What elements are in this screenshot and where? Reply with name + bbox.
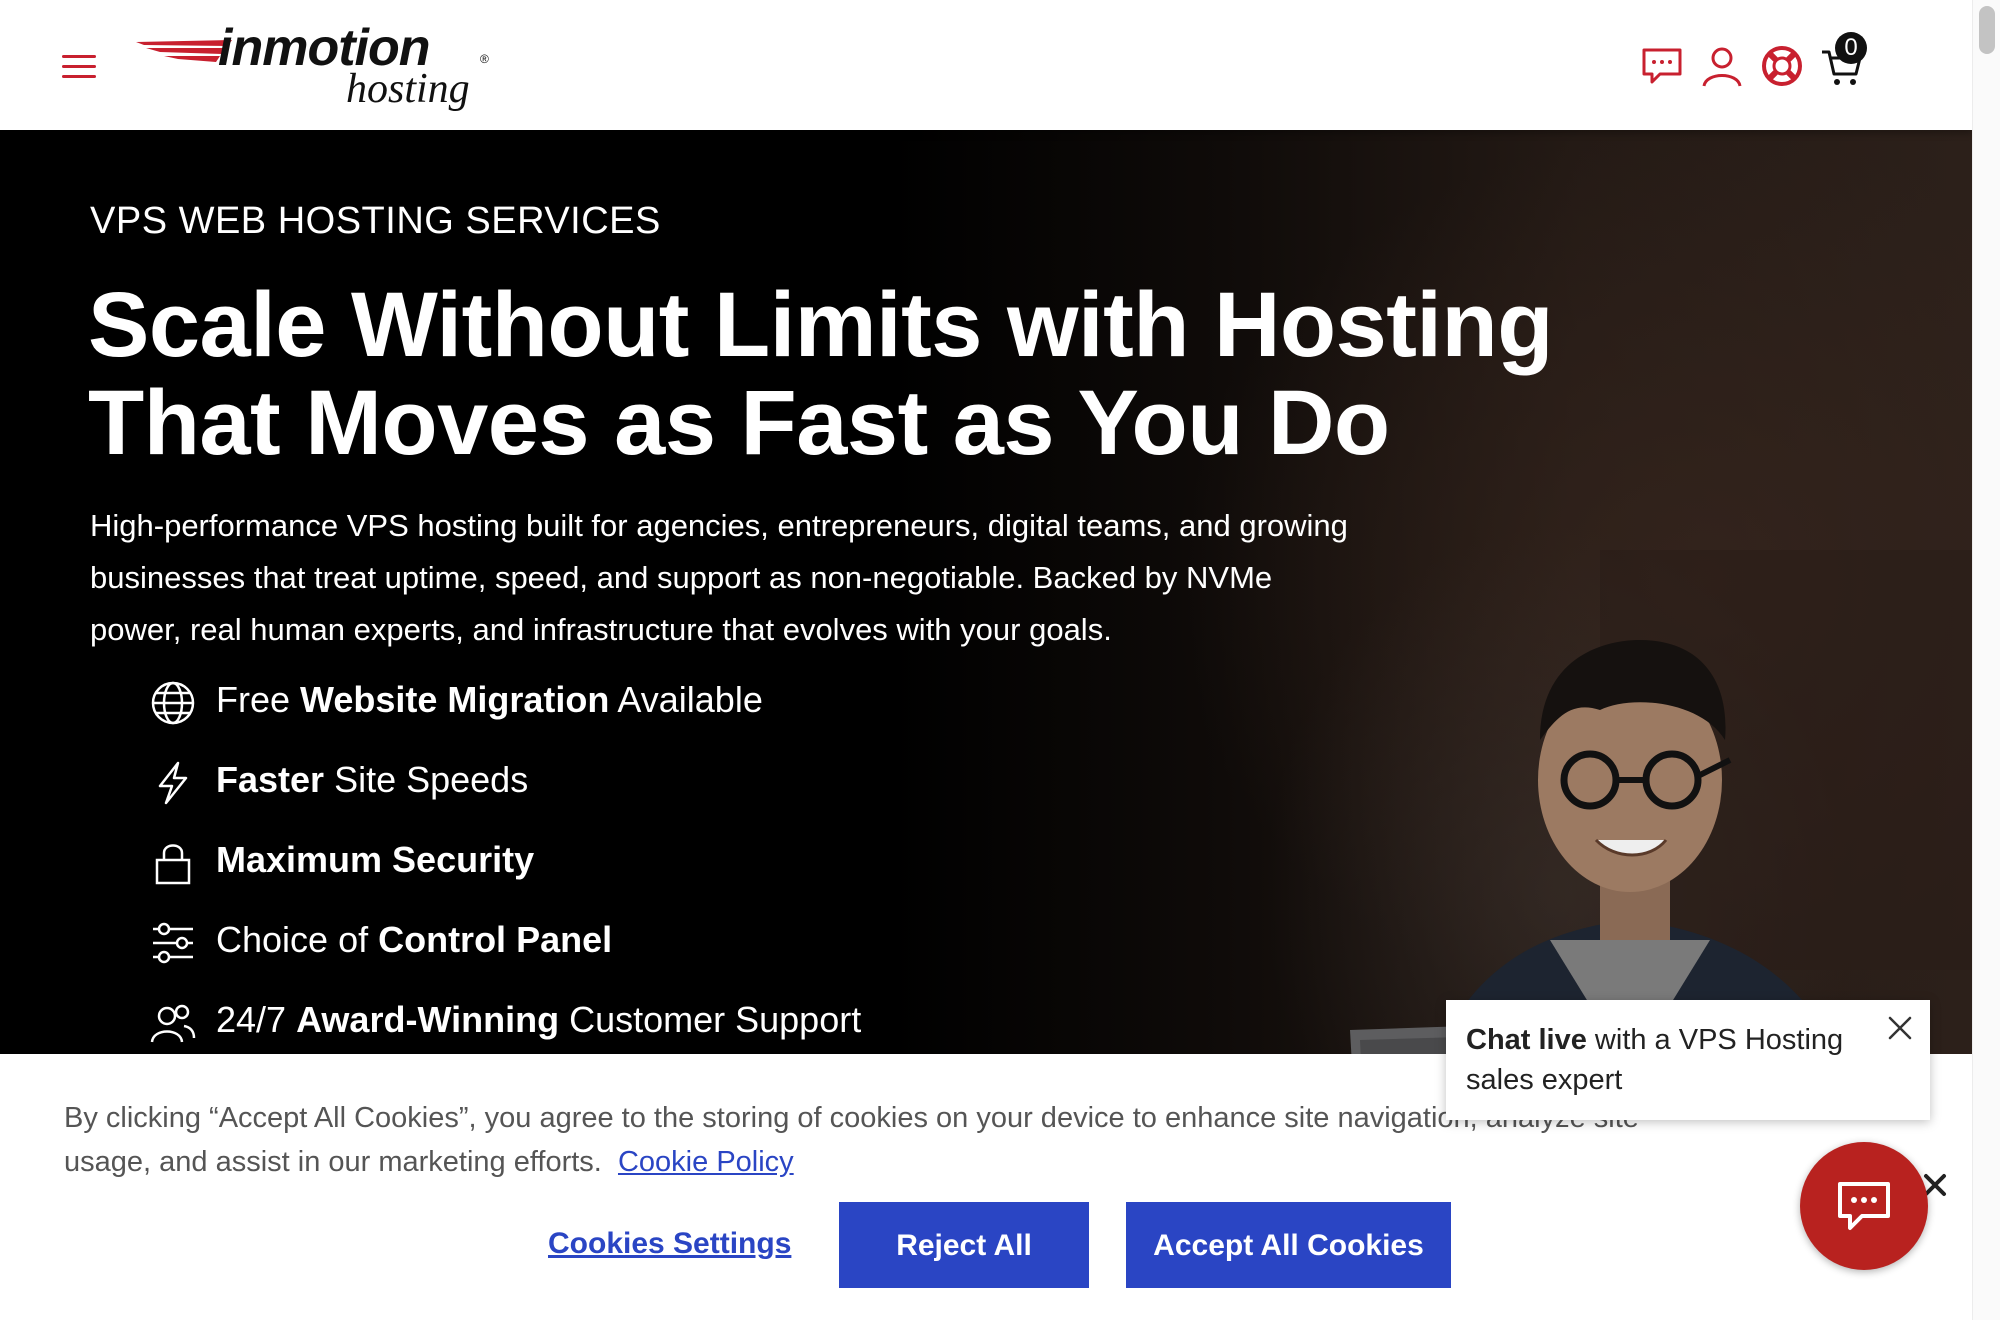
- logo-registered-mark: ®: [480, 52, 489, 66]
- feature-item: Choice of Control Panel: [150, 910, 1050, 970]
- people-icon: [150, 1004, 196, 1043]
- hero-description: High-performance VPS hosting built for a…: [90, 500, 1600, 656]
- chat-bubble-icon: [1838, 1182, 1890, 1230]
- hero-headline: Scale Without Limits with Hosting That M…: [88, 276, 1588, 472]
- feature-item: 24/7 Award-Winning Customer Support: [150, 990, 1050, 1050]
- feature-text: Choice of Control Panel: [216, 919, 613, 960]
- logo-sub-text: hosting: [346, 66, 470, 112]
- hero-description-line-1: High-performance VPS hosting built for a…: [90, 508, 1348, 543]
- feature-item: Free Website Migration Available: [150, 670, 1050, 730]
- lock-icon: [155, 844, 191, 885]
- hero-eyebrow: VPS WEB HOSTING SERVICES: [90, 200, 661, 242]
- chat-launcher-button[interactable]: [1800, 1142, 1928, 1270]
- feature-item: Maximum Security: [150, 830, 1050, 890]
- hamburger-icon[interactable]: [62, 55, 96, 79]
- chat-invite-text: Chat live with a VPS Hosting sales exper…: [1466, 1024, 1844, 1096]
- feature-text: Free Website Migration Available: [216, 679, 763, 720]
- cart-count-badge: 0: [1835, 32, 1867, 64]
- user-icon[interactable]: [1700, 44, 1744, 88]
- chat-invite-popup[interactable]: Chat live with a VPS Hosting sales exper…: [1446, 1000, 1930, 1120]
- feature-text: Faster Site Speeds: [216, 759, 529, 800]
- cookie-text-line-1: By clicking “Accept All Cookies”, you ag…: [64, 1102, 1639, 1134]
- support-icon[interactable]: [1760, 44, 1804, 88]
- chat-icon[interactable]: [1640, 44, 1684, 88]
- feature-text: Maximum Security: [216, 839, 535, 880]
- close-icon[interactable]: [1886, 1014, 1914, 1042]
- inmotion-hosting-logo[interactable]: inmotion ® hosting: [136, 20, 496, 115]
- hero-headline-line-2: That Moves as Fast as You Do: [88, 372, 1390, 474]
- cookie-text-line-2: usage, and assist in our marketing effor…: [64, 1146, 602, 1178]
- scrollbar-thumb[interactable]: [1979, 6, 1995, 54]
- lightning-icon: [158, 761, 188, 805]
- hero-description-line-3: power, real human experts, and infrastru…: [90, 612, 1112, 647]
- hero-headline-line-1: Scale Without Limits with Hosting: [88, 274, 1553, 376]
- cookies-settings-button[interactable]: Cookies Settings: [548, 1224, 791, 1264]
- site-header: inmotion ® hosting 0: [0, 0, 1972, 130]
- feature-item: Faster Site Speeds: [150, 750, 1050, 810]
- page-scrollbar[interactable]: [1972, 0, 2000, 1320]
- sliders-icon: [153, 922, 193, 964]
- globe-icon: [151, 681, 195, 725]
- reject-all-button[interactable]: Reject All: [839, 1202, 1089, 1288]
- feature-text: 24/7 Award-Winning Customer Support: [216, 999, 862, 1040]
- accept-all-cookies-button[interactable]: Accept All Cookies: [1126, 1202, 1451, 1288]
- page: inmotion ® hosting 0 VPS WEB HOSTING SER…: [0, 0, 1972, 1320]
- hero-description-line-2: businesses that treat uptime, speed, and…: [90, 560, 1273, 595]
- cookie-policy-link[interactable]: Cookie Policy: [618, 1146, 794, 1178]
